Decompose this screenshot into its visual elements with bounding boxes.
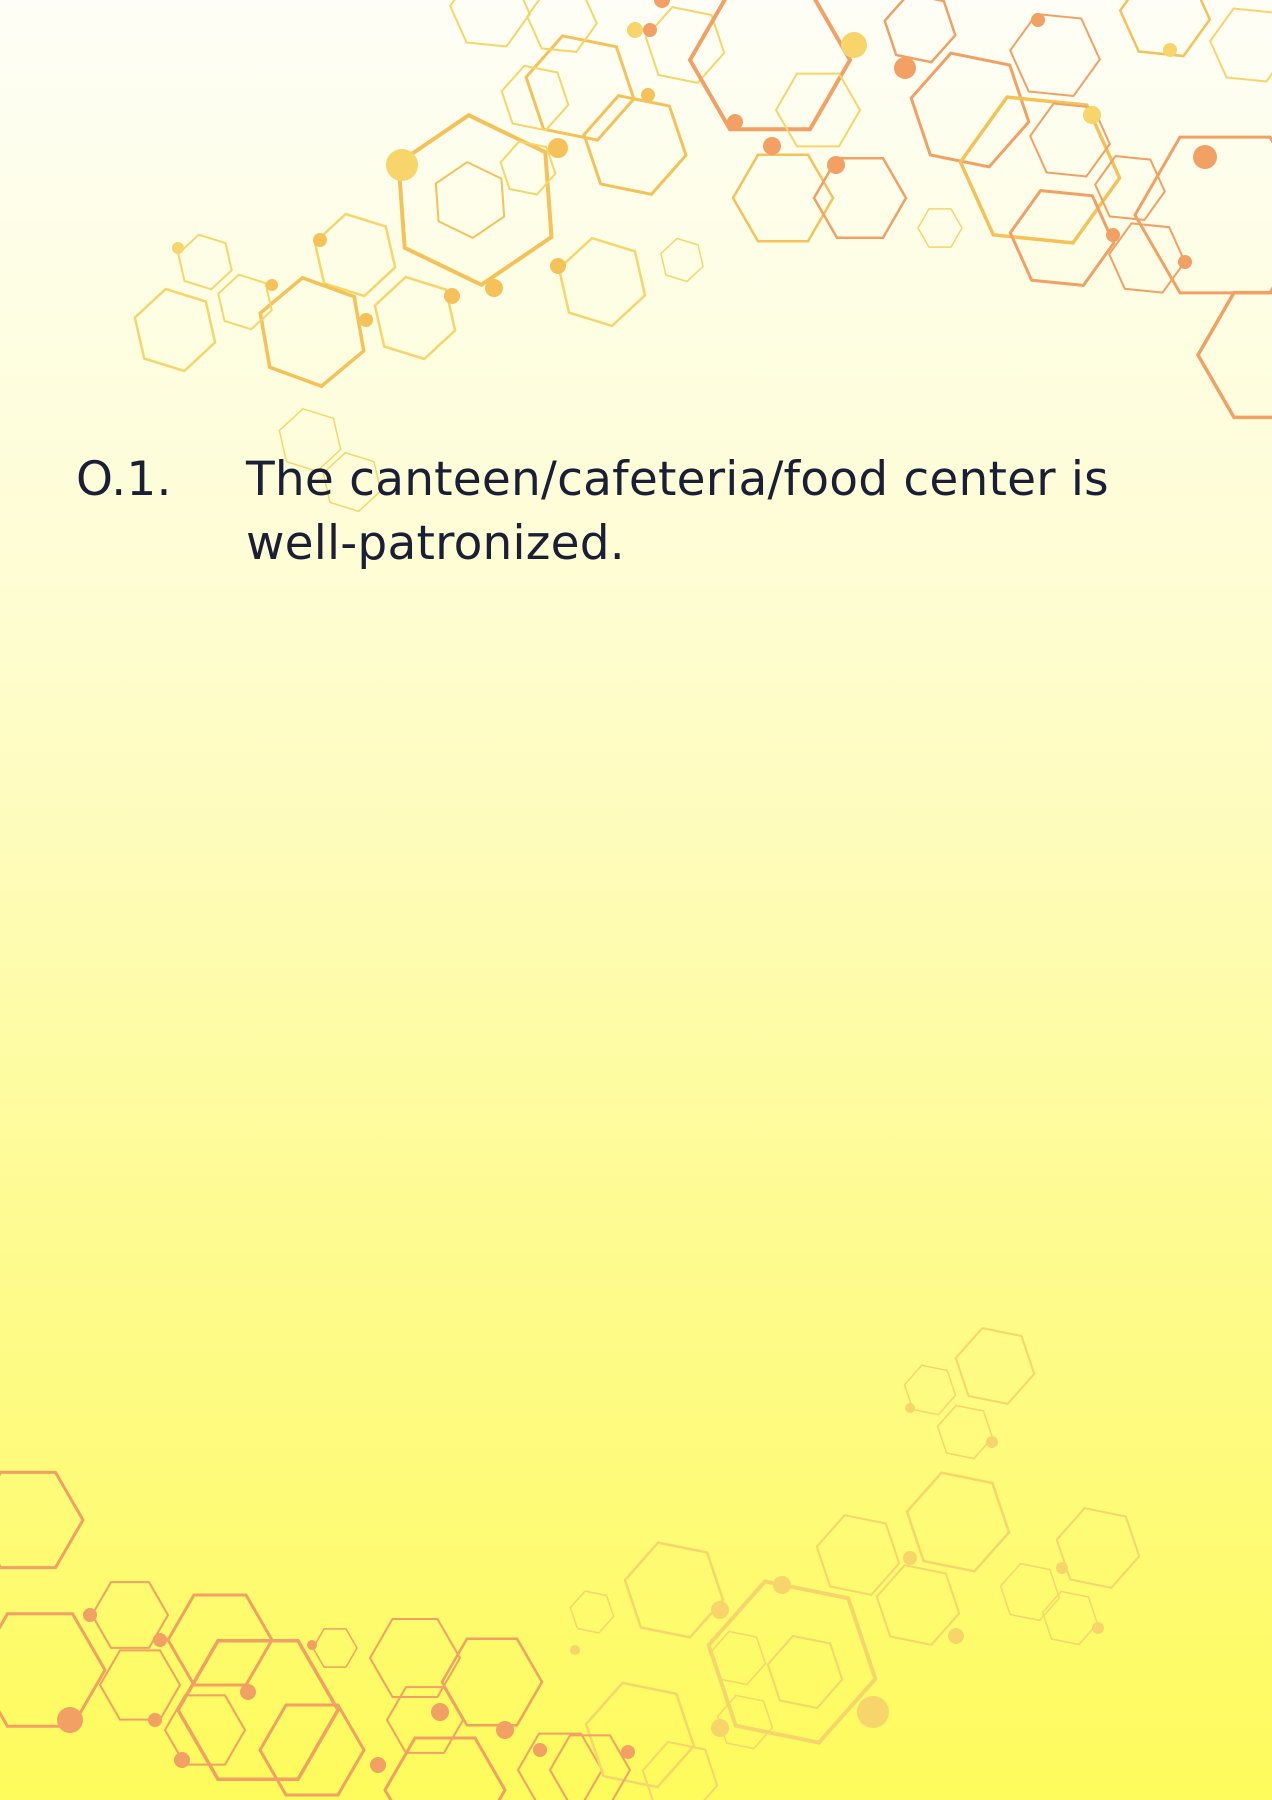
node-dot bbox=[1092, 1622, 1104, 1634]
node-dot bbox=[903, 1551, 917, 1565]
question-text: The canteen/cafeteria/food center is wel… bbox=[246, 452, 1109, 571]
hexagon-shape bbox=[706, 1579, 878, 1745]
hexagon-shape bbox=[258, 1703, 366, 1797]
node-dot bbox=[711, 1719, 729, 1737]
node-dot bbox=[240, 1684, 256, 1700]
hexagon-shape bbox=[905, 1471, 1011, 1573]
hexagon-shape bbox=[875, 1564, 961, 1646]
hexagon-shape bbox=[98, 1649, 182, 1721]
hexagon-shape bbox=[766, 1634, 844, 1710]
node-dot bbox=[621, 1745, 635, 1759]
document-page: O.1. The canteen/cafeteria/food center i… bbox=[0, 0, 1272, 1800]
node-dot bbox=[773, 1576, 791, 1594]
node-dot bbox=[148, 1713, 162, 1727]
node-dot bbox=[857, 1696, 889, 1728]
hexagon-shape bbox=[936, 1404, 994, 1460]
question-number: O.1. bbox=[76, 452, 172, 507]
node-dot bbox=[153, 1633, 167, 1647]
hexagon-shape bbox=[1055, 1507, 1141, 1589]
hexagon-shape bbox=[569, 1590, 615, 1634]
hexagon-shape bbox=[815, 1514, 901, 1596]
node-dot bbox=[307, 1640, 317, 1650]
node-dot bbox=[711, 1601, 729, 1619]
hexagon-shape bbox=[999, 1562, 1061, 1622]
hexagon-pattern-bottom-icon bbox=[0, 1327, 1141, 1800]
hexagon-shape bbox=[1041, 1590, 1099, 1646]
hexagon-shape bbox=[0, 1470, 85, 1570]
node-dot bbox=[83, 1608, 97, 1622]
hexagon-shape bbox=[368, 1618, 462, 1698]
node-dot bbox=[570, 1645, 580, 1655]
node-dot bbox=[948, 1628, 964, 1644]
node-dot bbox=[905, 1403, 915, 1413]
hexagon-shape bbox=[0, 1612, 107, 1728]
hexagon-shape bbox=[709, 1630, 767, 1686]
hexagon-shape bbox=[641, 1740, 719, 1800]
node-dot bbox=[370, 1757, 386, 1773]
node-dot bbox=[57, 1707, 83, 1733]
hexagon-shape bbox=[516, 1732, 604, 1800]
node-dot bbox=[533, 1743, 547, 1757]
node-dot bbox=[986, 1436, 998, 1448]
hexagon-shape bbox=[623, 1541, 725, 1639]
node-dot bbox=[174, 1752, 190, 1768]
node-dot bbox=[1056, 1562, 1068, 1574]
node-dot bbox=[431, 1703, 449, 1721]
hexagon-shape bbox=[954, 1327, 1036, 1405]
node-dot bbox=[496, 1721, 514, 1739]
hexagon-shape bbox=[312, 1628, 358, 1668]
